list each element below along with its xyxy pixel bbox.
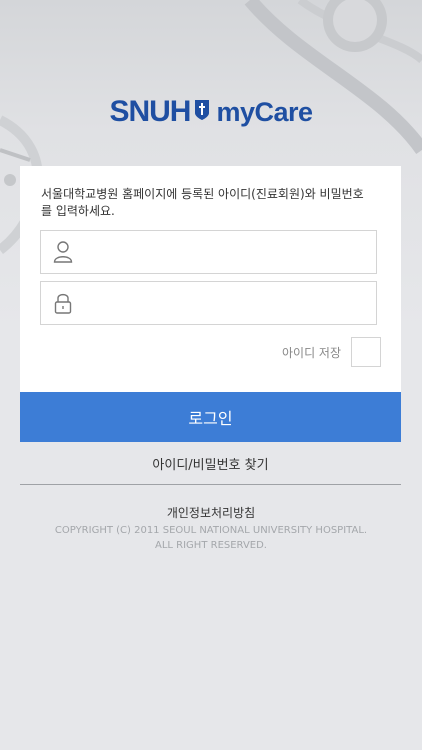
id-input[interactable] (85, 231, 376, 273)
password-field[interactable] (40, 281, 377, 325)
login-description: 서울대학교병원 홈페이지에 등록된 아이디(진료회원)와 비밀번호를 입력하세요… (41, 187, 364, 218)
copyright-line-2: ALL RIGHT RESERVED. (155, 540, 267, 551)
brand-logo: SNUH myCare (0, 94, 422, 130)
remember-id-checkbox[interactable] (351, 337, 381, 367)
lock-icon (41, 282, 85, 324)
brand-name-mycare: myCare (216, 96, 313, 127)
password-input[interactable] (85, 282, 376, 324)
remember-id-label: 아이디 저장 (281, 345, 341, 360)
remember-id-row: 아이디 저장 (282, 336, 381, 368)
login-button[interactable]: 로그인 (20, 392, 401, 442)
snuh-emblem-icon (194, 99, 210, 125)
brand-name-snuh: SNUH (109, 95, 191, 128)
divider (20, 484, 401, 485)
copyright-line-1: COPYRIGHT (C) 2011 SEOUL NATIONAL UNIVER… (54, 525, 368, 536)
privacy-policy-link[interactable]: 개인정보처리방침 (0, 504, 422, 521)
copyright-text: COPYRIGHT (C) 2011 SEOUL NATIONAL UNIVER… (0, 523, 422, 553)
find-account-link[interactable]: 아이디/비밀번호 찾기 (20, 454, 401, 476)
user-icon (41, 231, 85, 273)
login-card: 서울대학교병원 홈페이지에 등록된 아이디(진료회원)와 비밀번호를 입력하세요… (20, 166, 401, 392)
id-field[interactable] (40, 230, 377, 274)
